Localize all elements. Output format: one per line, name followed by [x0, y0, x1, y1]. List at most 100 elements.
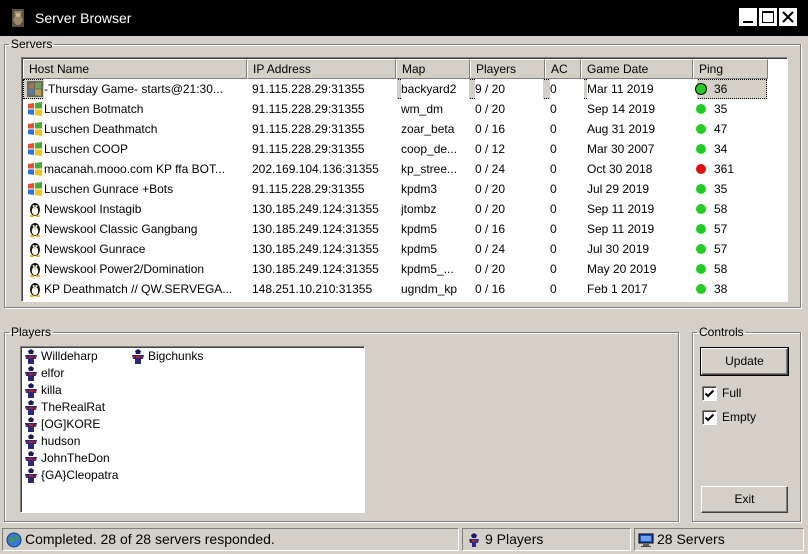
linux-icon — [27, 221, 43, 237]
server-row[interactable]: -Thursday Game- starts@21:30... 91.115.22… — [23, 79, 767, 99]
server-row[interactable]: Luschen Botmatch 91.115.228.29:31355 wm_dm… — [23, 99, 767, 119]
server-players: 0 / 20 — [475, 182, 506, 196]
full-checkbox[interactable]: Full — [702, 386, 782, 402]
server-ping: 35 — [714, 182, 728, 196]
player-name: Willdeharp — [41, 349, 98, 363]
minimize-icon — [743, 21, 753, 23]
player-icon — [23, 366, 39, 381]
minimize-button[interactable] — [738, 7, 758, 27]
server-ip-address: 91.115.228.29:31355 — [252, 122, 365, 136]
column-header-map[interactable]: Map — [396, 59, 470, 79]
player-icon — [23, 383, 39, 398]
server-row[interactable]: Luschen Deathmatch 91.115.228.29:31355 zoa… — [23, 119, 767, 139]
server-players: 0 / 20 — [475, 202, 506, 216]
full-checkbox-box[interactable] — [702, 386, 717, 401]
server-ping: 361 — [714, 162, 735, 176]
windows-icon — [27, 101, 43, 117]
player-icon — [23, 417, 39, 432]
server-row[interactable]: KP Deathmatch // QW.SERVEGA... 148.251.10… — [23, 279, 767, 299]
player-icon — [130, 349, 146, 364]
ping-status-icon — [696, 284, 706, 294]
ping-status-icon — [696, 204, 706, 214]
player-icon — [23, 468, 39, 483]
server-row[interactable]: Newskool Gunrace 130.185.249.124:31355 kpd… — [23, 239, 767, 259]
server-map: kpdm5_... — [401, 262, 454, 276]
column-header-ac[interactable]: AC — [545, 59, 581, 79]
maximize-button[interactable] — [758, 7, 778, 27]
windows-icon — [27, 181, 43, 197]
server-row[interactable]: Newskool Power2/Domination 130.185.249.12… — [23, 259, 767, 279]
server-host-name: Luschen Botmatch — [44, 102, 144, 116]
server-ip-address: 91.115.228.29:31355 — [252, 142, 365, 156]
exit-button[interactable]: Exit — [701, 486, 788, 513]
server-host-name: Newskool Gunrace — [44, 242, 146, 256]
player-count-panel: 9 Players — [462, 528, 631, 551]
globe-icon — [6, 532, 22, 548]
server-game-date: Feb 1 2017 — [587, 282, 648, 296]
server-players: 0 / 16 — [475, 222, 506, 236]
ping-status-icon — [696, 124, 706, 134]
status-message: Completed. 28 of 28 servers responded. — [25, 531, 275, 547]
server-game-date: May 20 2019 — [587, 262, 657, 276]
server-host-name: macanah.mooo.com KP ffa BOT... — [44, 162, 225, 176]
server-row[interactable]: Newskool Classic Gangbang 130.185.249.124… — [23, 219, 767, 239]
column-header-host[interactable]: Host Name — [23, 59, 247, 79]
player-icon — [23, 349, 39, 364]
column-header-game-date[interactable]: Game Date — [581, 59, 693, 79]
ping-status-icon — [696, 144, 706, 154]
server-map: coop_de... — [401, 142, 458, 156]
server-row[interactable]: Newskool Instagib 130.185.249.124:31355 jt… — [23, 199, 767, 219]
title-bar[interactable]: Server Browser — [0, 0, 808, 36]
server-game-date: Jul 29 2019 — [587, 182, 650, 196]
ping-status-icon — [696, 244, 706, 254]
server-players: 0 / 24 — [475, 162, 506, 176]
controls-group-label: Controls — [699, 325, 744, 339]
server-host-name: Luschen Gunrace +Bots — [44, 182, 174, 196]
close-button[interactable] — [778, 7, 798, 27]
column-header-players[interactable]: Players — [470, 59, 545, 79]
server-ping: 34 — [714, 142, 728, 156]
server-ip-address: 130.185.249.124:31355 — [252, 202, 379, 216]
column-header-ip[interactable]: IP Address — [247, 59, 396, 79]
update-button[interactable]: Update — [700, 347, 789, 376]
server-ip-address: 91.115.228.29:31355 — [252, 102, 365, 116]
server-map: kp_stree... — [401, 162, 458, 176]
server-map: jtombz — [401, 202, 437, 216]
server-ping: 58 — [714, 202, 728, 216]
server-ip-address: 202.169.104.136:31355 — [252, 162, 379, 176]
player-name: [OG]KORE — [41, 417, 101, 431]
server-game-date: Aug 31 2019 — [587, 122, 656, 136]
server-row[interactable]: Luschen Gunrace +Bots 91.115.228.29:31355… — [23, 179, 767, 199]
server-game-date: Sep 14 2019 — [587, 102, 656, 116]
empty-checkbox[interactable]: Empty — [702, 410, 782, 426]
server-players: 0 / 24 — [475, 242, 506, 256]
player-name: elfor — [41, 366, 65, 380]
server-host-name: -Thursday Game- starts@21:30... — [44, 79, 266, 99]
player-list[interactable]: Willdeharp Bigchunks elfor killa TheRealRat [… — [20, 346, 365, 513]
server-ip-address: 130.185.249.124:31355 — [252, 242, 379, 256]
checkmark-icon — [704, 389, 715, 398]
player-name: JohnTheDon — [41, 451, 110, 465]
server-ac: 0 — [550, 222, 557, 236]
server-host-name: Newskool Power2/Domination — [44, 262, 205, 276]
server-ip-address: 91.115.228.29:31355 — [252, 79, 397, 99]
player-icon — [23, 400, 39, 415]
server-row[interactable]: Luschen COOP 91.115.228.29:31355 coop_de..… — [23, 139, 767, 159]
ping-status-icon — [696, 184, 706, 194]
server-list[interactable]: Host Name IP Address Map Players AC Game… — [21, 57, 788, 302]
server-row[interactable]: macanah.mooo.com KP ffa BOT... 202.169.10… — [23, 159, 767, 179]
server-game-date: Sep 11 2019 — [587, 202, 655, 216]
server-map: wm_dm — [401, 102, 444, 116]
server-players: 0 / 16 — [475, 122, 506, 136]
maximize-icon — [762, 11, 774, 23]
server-game-date: Oct 30 2018 — [587, 162, 653, 176]
windows-icon — [27, 121, 43, 137]
player-icon — [23, 434, 39, 449]
close-icon — [782, 11, 794, 23]
server-map: zoar_beta — [401, 122, 455, 136]
server-host-name: Luschen Deathmatch — [44, 122, 158, 136]
column-header-ping[interactable]: Ping — [693, 59, 768, 79]
server-game-date: Jul 30 2019 — [587, 242, 650, 256]
ping-status-icon — [696, 104, 706, 114]
empty-checkbox-box[interactable] — [702, 410, 717, 425]
